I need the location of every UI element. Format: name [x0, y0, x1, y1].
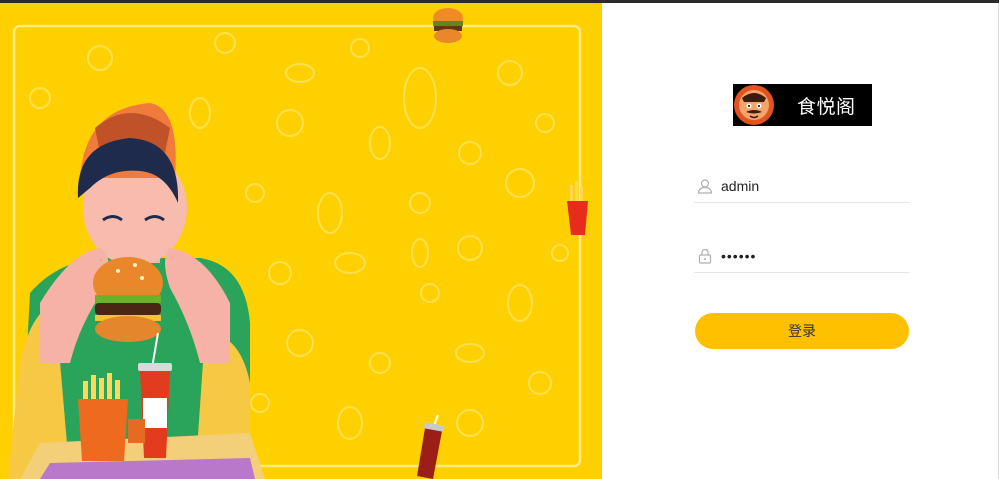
password-field: [694, 240, 909, 273]
chef-mascot-icon: [734, 85, 774, 125]
username-field: [694, 170, 909, 203]
login-window: 食悦阁 登录: [0, 3, 999, 479]
small-burger-icon: [433, 8, 463, 43]
drink-cup-icon: [417, 414, 445, 479]
burger-boy-illustration: [8, 8, 588, 479]
login-button[interactable]: 登录: [695, 313, 909, 349]
boy-character: [8, 103, 265, 479]
username-input[interactable]: [721, 178, 901, 194]
illustration-panel: [0, 3, 602, 479]
brand-name: 食悦阁: [797, 95, 856, 118]
fries-icon: [567, 181, 588, 235]
password-input[interactable]: [721, 248, 901, 264]
user-icon: [696, 177, 714, 195]
lock-icon: [696, 247, 714, 265]
brand-logo: 食悦阁: [733, 84, 872, 126]
login-panel: 食悦阁 登录: [602, 3, 999, 479]
